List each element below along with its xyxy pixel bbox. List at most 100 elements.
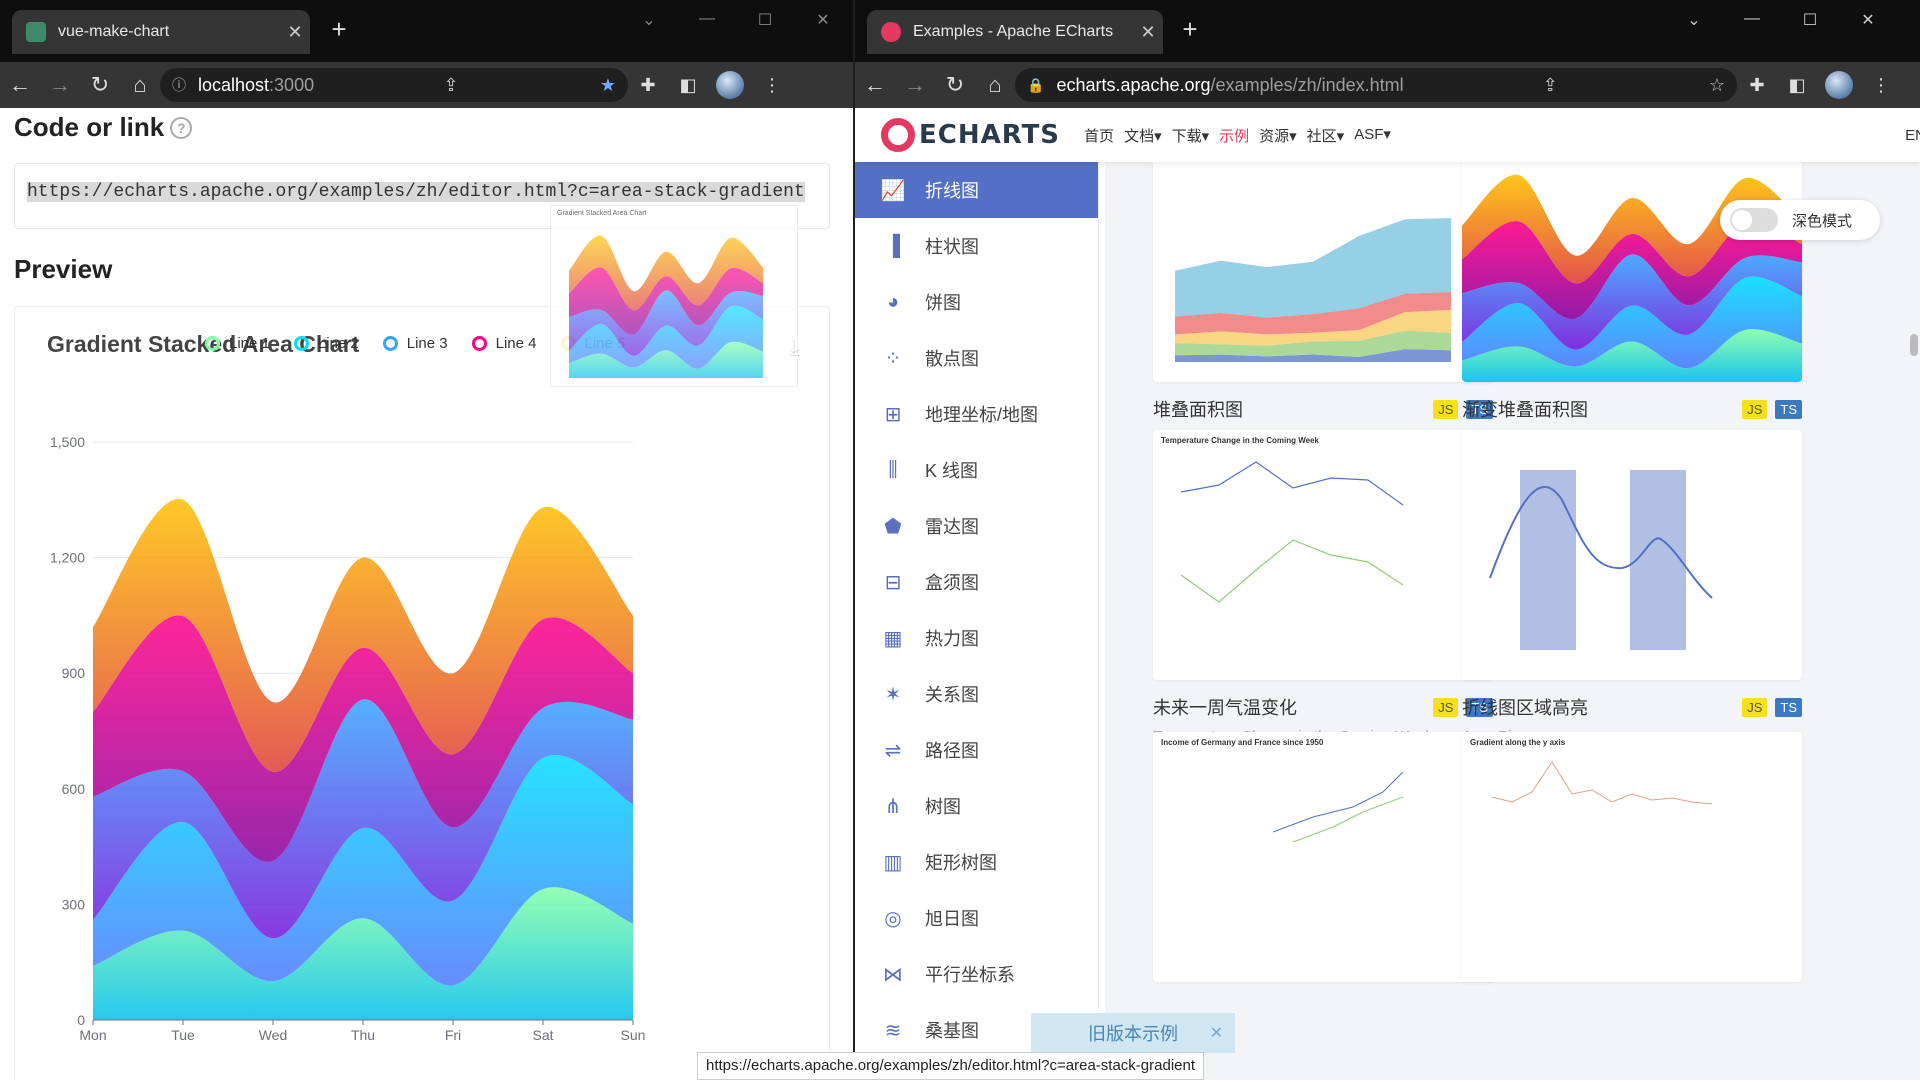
dark-mode-toggle[interactable]: 深色模式 [1720,200,1880,240]
legend-item[interactable]: Line 2 [293,335,359,352]
example-thumbnail[interactable] [1462,132,1802,382]
new-tab-button[interactable]: + [1173,14,1207,45]
legend-item[interactable]: Line 4 [471,335,537,352]
nav-item[interactable]: 资源▾ [1259,125,1297,146]
help-icon[interactable]: ? [170,117,193,139]
home-icon[interactable]: ⌂ [975,72,1015,98]
side-panel-icon[interactable]: ◧ [668,75,708,96]
bookmark-star-icon[interactable]: ★ [588,75,628,96]
example-thumbnail[interactable]: Income of Germany and France since 1950 [1153,732,1493,982]
sidebar-item[interactable]: ⫼ K 线图 [855,442,1098,498]
echarts-logo[interactable]: ECHARTS [881,118,1060,152]
top-nav: 首页 文档▾ 下载▾ 示例 资源▾ 社区▾ ASF▾ [1084,125,1401,146]
example-name[interactable]: 渐变堆叠面积图 JS TS [1462,396,1802,422]
sidebar-item-label: 柱状图 [925,237,979,257]
sidebar-item[interactable]: ⁘ 散点图 [855,330,1098,386]
dark-mode-switch[interactable] [1730,208,1778,232]
sidebar-item[interactable]: ⊟ 盒须图 [855,554,1098,610]
tab-search-icon[interactable]: ⌄ [620,10,678,30]
address-bar[interactable]: 🔒 echarts.apache.org/examples/zh/index.h… [1015,68,1737,102]
nav-item[interactable]: 示例 [1219,125,1249,146]
example-card[interactable]: Stacked Area Chart堆叠面积图JSTSStacked Area … [1153,132,1493,447]
sidebar-item[interactable]: ⊞ 地理坐标/地图 [855,386,1098,442]
lock-icon[interactable]: 🔒 [1027,77,1044,94]
minimize-icon[interactable]: — [1723,10,1781,30]
share-icon[interactable]: ⇪ [431,75,471,96]
example-card[interactable]: 渐变堆叠面积图JSTSGradient Stacked Area Chart [1462,132,1802,447]
bookmark-star-icon[interactable]: ☆ [1697,75,1737,96]
lang-switch[interactable]: EN [1905,127,1920,144]
ts-badge[interactable]: TS [1775,697,1802,717]
nav-item[interactable]: 文档▾ [1124,125,1162,146]
minimize-icon[interactable]: — [678,10,736,30]
tab-search-icon[interactable]: ⌄ [1665,10,1723,30]
example-card[interactable]: Temperature Change in the Coming Week 未来一… [1153,430,1493,745]
close-banner-icon[interactable]: ✕ [1210,1023,1223,1043]
nav-item[interactable]: 社区▾ [1307,125,1345,146]
nav-item[interactable]: 首页 [1084,125,1114,146]
sidebar-item[interactable]: ▐ 柱状图 [855,218,1098,274]
sidebar-item[interactable]: ⋈ 平行坐标系 [855,946,1098,1002]
y-tick-label: 600 [62,781,86,797]
tab-echarts-examples[interactable]: Examples - Apache ECharts ✕ [867,10,1163,54]
nav-item[interactable]: ASF▾ [1354,125,1391,146]
sidebar-item[interactable]: 📈 折线图 [855,162,1098,218]
maximize-icon[interactable]: ☐ [1781,10,1839,30]
profile-avatar[interactable] [716,71,744,99]
code-link-text[interactable]: https://echarts.apache.org/examples/zh/e… [27,182,805,202]
close-tab-icon[interactable]: ✕ [1133,22,1163,43]
sidebar-item[interactable]: ✶ 关系图 [855,666,1098,722]
page-scrollbar[interactable] [1910,334,1918,356]
home-icon[interactable]: ⌂ [120,72,160,98]
menu-icon[interactable]: ⋮ [752,75,792,96]
sankey-icon: ≋ [884,1019,902,1042]
js-badge[interactable]: JS [1433,399,1459,419]
sidebar-item[interactable]: ▦ 热力图 [855,610,1098,666]
extensions-icon[interactable]: ✚ [628,75,668,96]
window-close-icon[interactable]: ✕ [794,10,852,30]
info-icon[interactable]: ⓘ [172,75,186,95]
sidebar-item[interactable]: ◎ 旭日图 [855,890,1098,946]
new-tab-button[interactable]: + [322,14,356,45]
js-badge[interactable]: JS [1742,697,1768,717]
profile-avatar[interactable] [1825,71,1853,99]
back-icon[interactable]: ← [855,72,895,98]
js-badge[interactable]: JS [1433,697,1459,717]
sidebar-item[interactable]: ⇌ 路径图 [855,722,1098,778]
nav-item[interactable]: 下载▾ [1172,125,1210,146]
forward-icon[interactable]: → [895,72,935,98]
legend-item[interactable]: Line 1 [205,335,270,352]
ts-badge[interactable]: TS [1775,399,1802,419]
maximize-icon[interactable]: ☐ [736,10,794,30]
example-card[interactable]: 折线图区域高亮JSTSArea Pieces [1462,430,1802,745]
reload-icon[interactable]: ↻ [80,72,120,98]
sidebar-item[interactable]: ▥ 矩形树图 [855,834,1098,890]
example-card[interactable]: Income of Germany and France since 1950 [1153,732,1493,982]
back-icon[interactable]: ← [0,72,40,98]
menu-icon[interactable]: ⋮ [1861,75,1901,96]
side-panel-icon[interactable]: ◧ [1777,75,1817,96]
reload-icon[interactable]: ↻ [935,72,975,98]
example-thumbnail[interactable]: Gradient along the y axis [1462,732,1802,982]
old-examples-banner[interactable]: 旧版本示例 ✕ [1031,1013,1235,1053]
share-icon[interactable]: ⇪ [1530,75,1570,96]
sidebar-item[interactable]: ◕ 饼图 [855,274,1098,330]
example-thumbnail[interactable]: Stacked Area Chart [1153,132,1493,382]
extensions-icon[interactable]: ✚ [1737,75,1777,96]
window-close-icon[interactable]: ✕ [1839,10,1897,30]
forward-icon[interactable]: → [40,72,80,98]
close-tab-icon[interactable]: ✕ [280,22,310,43]
example-thumbnail[interactable]: Temperature Change in the Coming Week [1153,430,1493,680]
example-name[interactable]: 未来一周气温变化 JS TS [1153,694,1493,720]
address-bar[interactable]: ⓘ localhost:3000 ⇪ ★ [160,68,628,102]
legend-marker-icon [205,336,220,351]
sidebar-item[interactable]: ⬟ 雷达图 [855,498,1098,554]
example-name[interactable]: 堆叠面积图 JS TS [1153,396,1493,422]
sidebar-item[interactable]: ⋔ 树图 [855,778,1098,834]
example-thumbnail[interactable] [1462,430,1802,680]
example-name[interactable]: 折线图区域高亮 JS TS [1462,694,1802,720]
legend-item[interactable]: Line 3 [382,335,448,352]
js-badge[interactable]: JS [1742,399,1768,419]
example-card[interactable]: Gradient along the y axis [1462,732,1802,982]
tab-vue-make-chart[interactable]: vue-make-chart ✕ [12,10,310,54]
